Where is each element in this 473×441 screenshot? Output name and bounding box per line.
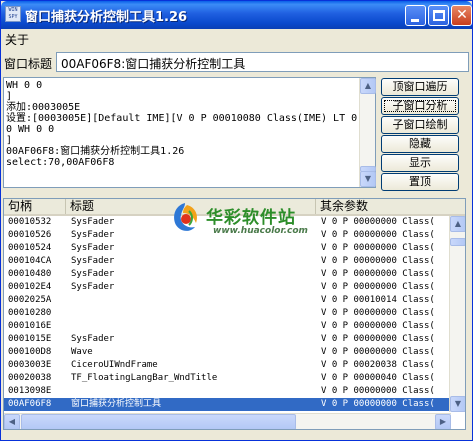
table-row[interactable]: 0002025A V 0 P 00010014 Class( bbox=[4, 294, 451, 307]
cell-handle: 0003003E bbox=[8, 360, 52, 370]
list-hscroll-thumb[interactable] bbox=[21, 414, 296, 429]
minimize-button[interactable] bbox=[405, 5, 426, 26]
table-row[interactable]: 00020038 TF_FloatingLangBar_WndTitle V 0 P… bbox=[4, 372, 451, 385]
window-title: 窗口捕获分析控制工具1.26 bbox=[25, 10, 188, 25]
app-icon[interactable]: WIN SPY bbox=[5, 6, 21, 22]
cell-params: V 0 P 00000000 Class( bbox=[321, 334, 435, 344]
cell-title bbox=[67, 385, 315, 398]
list-scroll-down-icon[interactable]: ▼ bbox=[450, 396, 465, 412]
cell-title: TF_FloatingLangBar_WndTitle bbox=[71, 373, 218, 383]
maximize-icon bbox=[433, 10, 445, 21]
title-bar[interactable]: WIN SPY 窗口捕获分析控制工具1.26 ✕ bbox=[1, 1, 472, 29]
cell-params: V 0 P 00000000 Class( bbox=[321, 269, 435, 279]
cell-handle: 00020038 bbox=[8, 373, 52, 383]
show-button[interactable]: 显示 bbox=[381, 154, 459, 172]
child-window-analyze-button[interactable]: 子窗口分析 bbox=[381, 97, 459, 115]
cell-params: V 0 P 00000000 Class( bbox=[321, 217, 435, 227]
top-window-traverse-button[interactable]: 顶窗口遍历 bbox=[381, 78, 459, 96]
cell-title bbox=[67, 294, 315, 307]
cell-title: SysFader bbox=[71, 282, 115, 292]
cell-params: V 0 P 00000000 Class( bbox=[321, 399, 435, 409]
table-row[interactable]: 00AF06F8 窗口捕获分析控制工具 V 0 P 00000000 Class( bbox=[4, 398, 451, 411]
cell-handle: 00010480 bbox=[8, 269, 52, 279]
column-header-title[interactable]: 标题 bbox=[66, 199, 316, 214]
cell-title: SysFader bbox=[71, 217, 115, 227]
cell-title: SysFader bbox=[71, 269, 115, 279]
list-header: 句柄 标题 其余参数 bbox=[4, 199, 465, 216]
log-vertical-scrollbar[interactable]: ▲ ▼ bbox=[359, 78, 376, 187]
menu-bar: 关于 bbox=[1, 29, 472, 47]
cell-handle: 0013098E bbox=[8, 386, 52, 396]
table-row[interactable]: 00010526 SysFader V 0 P 00000000 Class( bbox=[4, 229, 451, 242]
cell-title bbox=[67, 307, 315, 320]
log-text: WH 0 0 ] 添加:0003005E 设置:[0003005E][Defau… bbox=[6, 80, 358, 168]
table-row[interactable]: 00010532 SysFader V 0 P 00000000 Class( bbox=[4, 216, 451, 229]
cell-handle: 000100D8 bbox=[8, 347, 52, 357]
table-row[interactable]: 00010480 SysFader V 0 P 00000000 Class( bbox=[4, 268, 451, 281]
cell-params: V 0 P 00000000 Class( bbox=[321, 230, 435, 240]
scroll-down-icon[interactable]: ▼ bbox=[360, 171, 376, 187]
table-row[interactable]: 0003003E CiceroUIWndFrame V 0 P 00020038 C… bbox=[4, 359, 451, 372]
list-scroll-thumb[interactable] bbox=[450, 238, 465, 246]
scroll-up-icon[interactable]: ▲ bbox=[360, 78, 376, 94]
cell-params: V 0 P 00000000 Class( bbox=[321, 308, 435, 318]
window-list[interactable]: 句柄 标题 其余参数 00010532 SysFader V 0 P 0000000… bbox=[3, 198, 466, 430]
close-icon: ✕ bbox=[456, 7, 468, 23]
cell-params: V 0 P 00000000 Class( bbox=[321, 347, 435, 357]
cell-title: SysFader bbox=[71, 256, 115, 266]
cell-title bbox=[67, 320, 315, 333]
list-horizontal-scrollbar[interactable]: ◀ ▶ bbox=[4, 413, 451, 429]
column-header-handle[interactable]: 句柄 bbox=[4, 199, 66, 214]
hide-button[interactable]: 隐藏 bbox=[381, 135, 459, 153]
child-window-draw-button[interactable]: 子窗口绘制 bbox=[381, 116, 459, 134]
cell-params: V 0 P 00010014 Class( bbox=[321, 295, 435, 305]
cell-params: V 0 P 00000000 Class( bbox=[321, 243, 435, 253]
cell-title: SysFader bbox=[71, 334, 115, 344]
cell-handle: 00010532 bbox=[8, 217, 52, 227]
table-row[interactable]: 000100D8 Wave V 0 P 00000000 Class( bbox=[4, 346, 451, 359]
list-scroll-up-icon[interactable]: ▲ bbox=[450, 216, 465, 232]
maximize-button[interactable] bbox=[428, 5, 449, 26]
cell-title: Wave bbox=[71, 347, 93, 357]
cell-handle: 00010280 bbox=[8, 308, 52, 318]
cell-handle: 00010524 bbox=[8, 243, 52, 253]
cell-handle: 0002025A bbox=[8, 295, 52, 305]
cell-title: SysFader bbox=[71, 230, 115, 240]
table-row[interactable]: 000104CA SysFader V 0 P 00000000 Class( bbox=[4, 255, 451, 268]
scroll-left-icon[interactable]: ◀ bbox=[4, 414, 20, 429]
cell-handle: 00AF06F8 bbox=[8, 399, 52, 409]
cell-params: V 0 P 00020038 Class( bbox=[321, 360, 435, 370]
scroll-right-icon[interactable]: ▶ bbox=[435, 414, 451, 429]
log-textarea[interactable]: WH 0 0 ] 添加:0003005E 设置:[0003005E][Defau… bbox=[3, 77, 376, 188]
cell-title: SysFader bbox=[71, 243, 115, 253]
cell-title: CiceroUIWndFrame bbox=[71, 360, 158, 370]
topmost-button[interactable]: 置顶 bbox=[381, 173, 459, 191]
table-row[interactable]: 00010280 V 0 P 00000000 Class( bbox=[4, 307, 451, 320]
table-row[interactable]: 00010524 SysFader V 0 P 00000000 Class( bbox=[4, 242, 451, 255]
cell-params: V 0 P 00000000 Class( bbox=[321, 321, 435, 331]
cell-handle: 00010526 bbox=[8, 230, 52, 240]
menu-about[interactable]: 关于 bbox=[5, 31, 29, 48]
table-row[interactable]: 000102E4 SysFader V 0 P 00000000 Class( bbox=[4, 281, 451, 294]
table-row[interactable]: 0001016E V 0 P 00000000 Class( bbox=[4, 320, 451, 333]
list-vertical-scrollbar[interactable]: ▲ ▼ bbox=[449, 216, 465, 412]
cell-handle: 0001015E bbox=[8, 334, 52, 344]
cell-handle: 0001016E bbox=[8, 321, 52, 331]
cell-params: V 0 P 00000000 Class( bbox=[321, 256, 435, 266]
table-row[interactable]: 0013098E V 0 P 00000000 Class( bbox=[4, 385, 451, 398]
cell-params: V 0 P 00000000 Class( bbox=[321, 282, 435, 292]
caption-label: 窗口标题 bbox=[4, 57, 53, 71]
main-window: WIN SPY 窗口捕获分析控制工具1.26 ✕ 关于 窗口标题 00AF06F… bbox=[0, 0, 473, 441]
caption-field[interactable]: 00AF06F8:窗口捕获分析控制工具 bbox=[56, 52, 469, 72]
table-row[interactable]: 0001015E SysFader V 0 P 00000000 Class( bbox=[4, 333, 451, 346]
close-button[interactable]: ✕ bbox=[451, 5, 472, 26]
cell-handle: 000104CA bbox=[8, 256, 52, 266]
cell-params: V 0 P 00000000 Class( bbox=[321, 386, 435, 396]
list-rows: 00010532 SysFader V 0 P 00000000 Class(000… bbox=[4, 216, 451, 412]
cell-handle: 000102E4 bbox=[8, 282, 52, 292]
cell-params: V 0 P 00000040 Class( bbox=[321, 373, 435, 383]
column-header-params[interactable]: 其余参数 bbox=[316, 199, 465, 214]
minimize-icon bbox=[411, 19, 419, 22]
cell-title: 窗口捕获分析控制工具 bbox=[71, 399, 162, 409]
